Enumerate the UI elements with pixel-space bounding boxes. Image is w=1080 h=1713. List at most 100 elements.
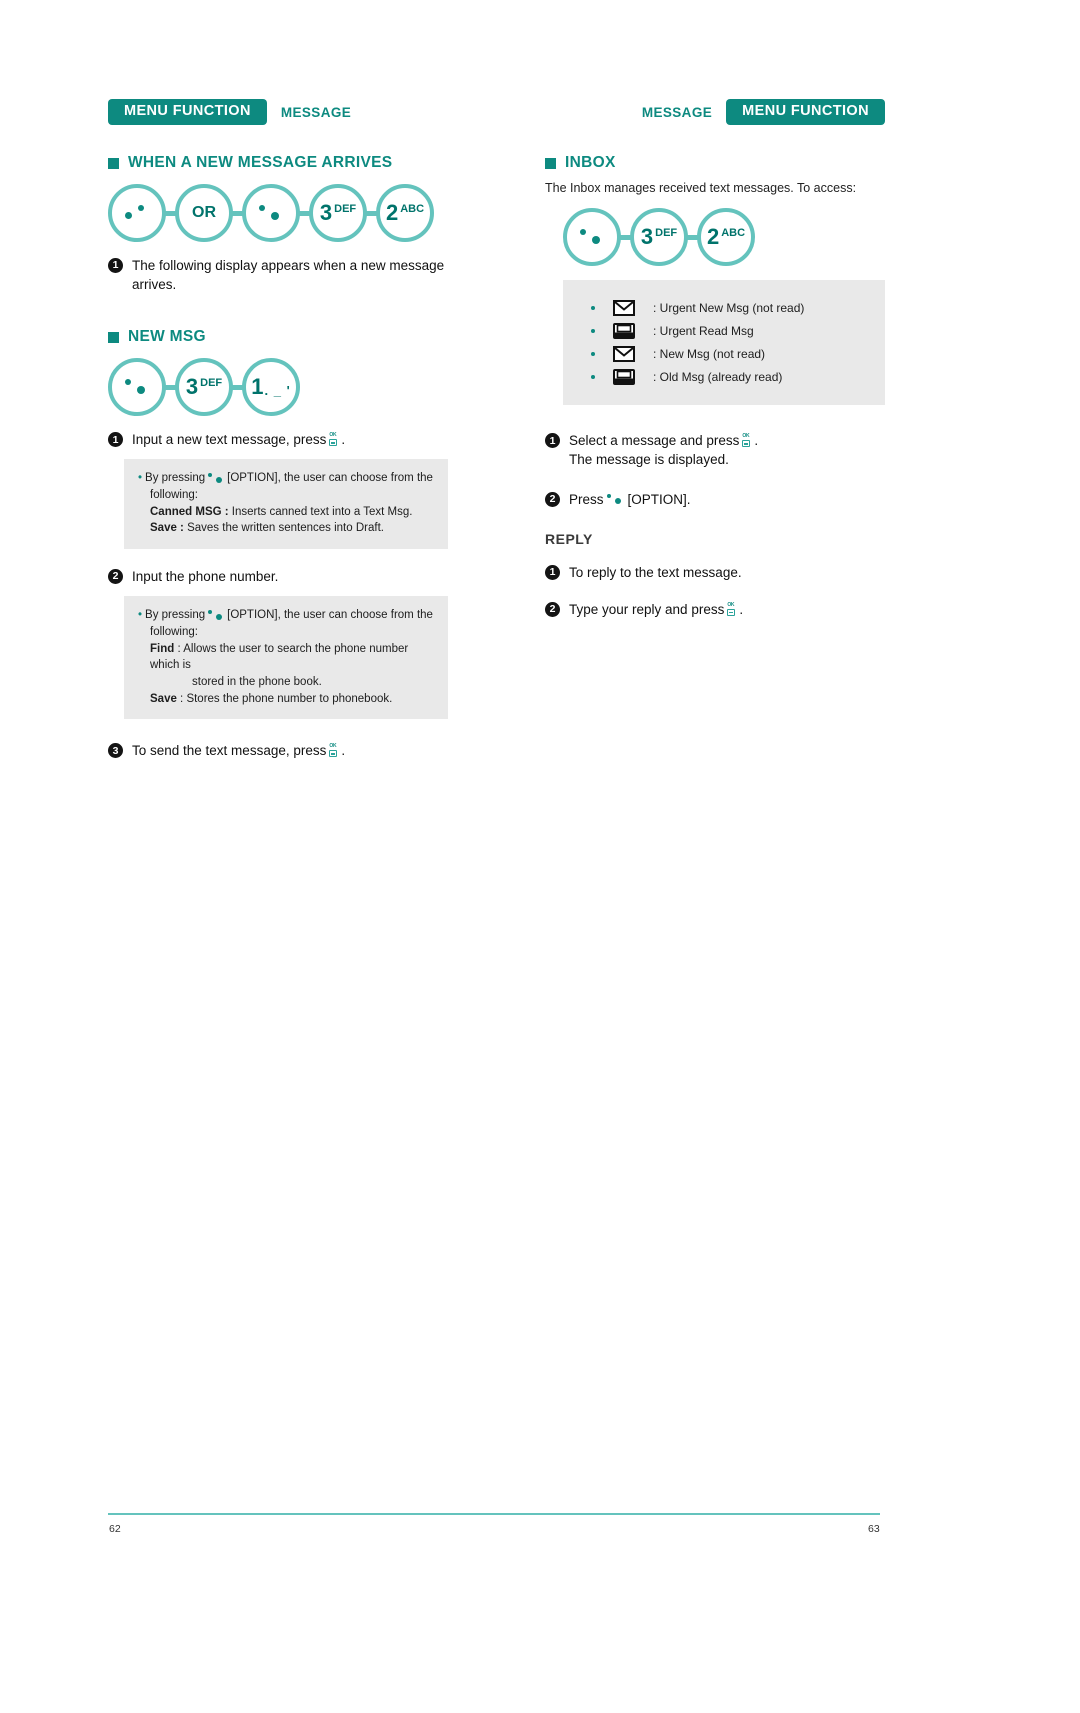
step-number: 1 [108, 432, 123, 448]
step-item: 2 Press [OPTION]. [545, 490, 885, 509]
option-dots-icon [606, 494, 626, 506]
key-3-def: 3 DEF [175, 358, 233, 417]
envelope-closed-icon [613, 346, 635, 363]
step-number: 2 [545, 601, 560, 617]
legend-bullet-icon [591, 306, 595, 311]
key-digit: 2 [385, 200, 399, 225]
step-text-pre: Input a new text message, press [132, 432, 327, 448]
step-number: 2 [108, 569, 123, 585]
step-text-pre: Press [569, 491, 604, 507]
page-number-left: 62 [109, 1523, 121, 1535]
step-text-pre: To send the text message, press [132, 743, 327, 759]
right-page-header: MESSAGE MENU FUNCTION [545, 99, 885, 125]
section-title: NEW MSG [128, 328, 206, 346]
step-text-pre: Type your reply and press [569, 601, 725, 617]
menu-function-tag: MENU FUNCTION [726, 99, 885, 125]
note-item-save: Save : Saves the written sentences into … [138, 520, 434, 537]
note-lead-continuation: following: [150, 625, 198, 638]
step-text: To send the text message, press OK. [132, 741, 448, 760]
section-title: INBOX [565, 154, 616, 171]
key-3-def: 3 DEF [630, 208, 688, 267]
key-option [563, 208, 621, 267]
legend-bullet-icon [591, 329, 595, 334]
envelope-closed-icon [613, 300, 635, 317]
note-item-find: Find : Allows the user to search the pho… [138, 641, 434, 691]
legend-label: : Urgent New Msg (not read) [653, 301, 805, 316]
page-number-right: 63 [868, 1523, 880, 1535]
key-2-abc: 2 ABC [376, 184, 434, 242]
step-text-pre: Select a message and press [569, 433, 740, 449]
legend-bullet-icon [591, 352, 595, 357]
menu-function-tag: MENU FUNCTION [108, 99, 267, 125]
note-item-term: Canned MSG : [150, 505, 229, 518]
legend-item: : Urgent Read Msg [591, 323, 871, 340]
message-breadcrumb: MESSAGE [280, 104, 352, 120]
note-item-term: Find [150, 642, 175, 655]
step-text: Type your reply and press OK. [569, 600, 885, 619]
key-digit: 3 [185, 374, 199, 400]
step-text-post: . [739, 601, 744, 617]
note-item-desc: Saves the written sentences into Draft. [183, 522, 384, 535]
ok-key-icon: OK [742, 434, 751, 448]
legend-item: : Urgent New Msg (not read) [591, 300, 871, 317]
option-dots-icon [579, 229, 605, 245]
key-3-def: 3 DEF [309, 184, 367, 242]
step-number: 3 [108, 743, 123, 759]
envelope-open-icon [613, 369, 635, 386]
option-dots-icon [124, 379, 150, 395]
section-bullet-square-icon [108, 157, 119, 169]
key-letters: DEF [334, 203, 357, 215]
footer-divider [108, 1513, 880, 1515]
note-lead-continuation: following: [150, 489, 198, 502]
message-breadcrumb: MESSAGE [641, 104, 713, 120]
legend-label: : New Msg (not read) [653, 347, 766, 362]
note-item-desc: : Allows the user to search the phone nu… [150, 642, 409, 672]
key-sequence-inbox: 3 DEF 2 ABC [563, 208, 885, 267]
note-item-desc: : Stores the phone number to phonebook. [176, 692, 393, 705]
step-text-post: . [754, 433, 759, 449]
step-text: Input the phone number. [132, 569, 279, 585]
section-heading-inbox: INBOX [545, 154, 885, 172]
inbox-icon-legend: : Urgent New Msg (not read) : Urgent Rea… [563, 280, 885, 406]
note-bullet-icon: • [138, 472, 143, 485]
key-letters: ABC [721, 227, 746, 240]
key-letters: ABC [400, 203, 425, 215]
key-1-punct: 1 . _ ' [242, 358, 300, 417]
step-number: 1 [545, 433, 560, 449]
legend-label: : Old Msg (already read) [653, 370, 783, 385]
key-digit: 1 [251, 374, 264, 400]
note-bullet-icon: • [138, 609, 143, 622]
key-digit: 3 [640, 224, 654, 250]
step-number: 2 [545, 491, 560, 507]
reply-heading: REPLY [545, 530, 593, 547]
section-description: The Inbox manages received text messages… [545, 181, 857, 195]
note-item-term: Save [150, 692, 177, 705]
manual-page: MENU FUNCTION MESSAGE WHEN A NEW MESSAGE… [0, 0, 1080, 1713]
note-lead-pre: By pressing [145, 609, 206, 622]
key-letters: DEF [200, 377, 223, 390]
key-digit: 3 [319, 200, 333, 225]
step-text: To reply to the text message. [569, 564, 742, 580]
note-lead-pre: By pressing [145, 472, 206, 485]
ok-key-icon: OK [329, 744, 338, 758]
ok-key-icon: OK [727, 602, 736, 616]
note-item-canned-msg: Canned MSG : Inserts canned text into a … [138, 504, 434, 521]
key-or: OR [175, 184, 233, 242]
step-item: 2 Input the phone number. [108, 567, 448, 586]
option-dots-icon [124, 205, 150, 221]
section-heading-new-msg: NEW MSG [108, 328, 448, 346]
key-sequence-new-msg: 3 DEF 1 . _ ' [108, 358, 448, 417]
section-bullet-square-icon [545, 157, 556, 169]
note-item-save: Save : Stores the phone number to phoneb… [138, 691, 434, 708]
key-option [108, 358, 166, 417]
note-lead-post: [OPTION], the user can choose from the [227, 472, 433, 485]
legend-item: : New Msg (not read) [591, 346, 871, 363]
step-text: Input a new text message, press OK. [132, 430, 448, 449]
step-item: 1 The following display appears when a n… [108, 256, 448, 294]
option-dots-icon [207, 472, 225, 484]
step-text-post: . [341, 743, 346, 759]
left-page-column: MENU FUNCTION MESSAGE WHEN A NEW MESSAGE… [108, 99, 448, 769]
section-bullet-square-icon [108, 331, 119, 343]
ok-key-icon: OK [329, 433, 338, 447]
section-heading-new-message-arrives: WHEN A NEW MESSAGE ARRIVES [108, 154, 448, 172]
